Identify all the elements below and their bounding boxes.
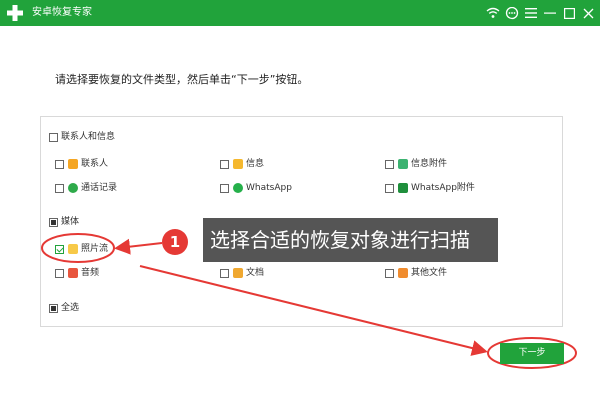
media-section-label: 媒体 — [61, 217, 80, 227]
photo-stream-label: 照片流 — [81, 244, 109, 254]
step-callout-text: 选择合适的恢复对象进行扫描 — [203, 218, 498, 262]
messages-label: 信息 — [246, 159, 265, 169]
whatsapp-icon — [233, 183, 243, 193]
select-all-checkbox[interactable] — [49, 304, 58, 313]
audio-label: 音频 — [81, 268, 100, 278]
contacts-section-checkbox[interactable] — [49, 133, 58, 142]
contacts-checkbox[interactable] — [55, 160, 64, 169]
other-files-label: 其他文件 — [411, 268, 448, 278]
audio-icon — [68, 268, 78, 278]
documents-checkbox[interactable] — [220, 269, 229, 278]
window-title: 安卓恢复专家 — [32, 7, 92, 18]
title-bar: 安卓恢复专家 — [0, 0, 600, 26]
contacts-label: 联系人 — [81, 159, 109, 169]
contacts-icon — [68, 159, 78, 169]
feedback-icon[interactable] — [504, 5, 520, 21]
app-logo-icon — [7, 5, 23, 21]
maximize-icon[interactable] — [561, 5, 577, 21]
contacts-section-label: 联系人和信息 — [61, 132, 116, 142]
call-log-icon — [68, 183, 78, 193]
photo-stream-checkbox[interactable] — [55, 245, 64, 254]
message-attachments-checkbox[interactable] — [385, 160, 394, 169]
message-attachments-icon — [398, 159, 408, 169]
whatsapp-attachments-checkbox[interactable] — [385, 184, 394, 193]
whatsapp-attachments-label: WhatsApp附件 — [411, 183, 475, 193]
documents-icon — [233, 268, 243, 278]
whatsapp-label: WhatsApp — [246, 183, 292, 193]
wifi-icon[interactable] — [485, 5, 501, 21]
photo-stream-icon — [68, 244, 78, 254]
whatsapp-attachments-icon — [398, 183, 408, 193]
call-log-checkbox[interactable] — [55, 184, 64, 193]
messages-icon — [233, 159, 243, 169]
next-button[interactable]: 下一步 — [500, 343, 564, 364]
menu-icon[interactable] — [523, 5, 539, 21]
select-all-label: 全选 — [61, 303, 80, 313]
message-attachments-label: 信息附件 — [411, 159, 448, 169]
other-files-checkbox[interactable] — [385, 269, 394, 278]
whatsapp-checkbox[interactable] — [220, 184, 229, 193]
messages-checkbox[interactable] — [220, 160, 229, 169]
close-icon[interactable] — [580, 5, 596, 21]
call-log-label: 通话记录 — [81, 183, 118, 193]
documents-label: 文档 — [246, 268, 265, 278]
step-number-badge: 1 — [162, 229, 188, 255]
audio-checkbox[interactable] — [55, 269, 64, 278]
minimize-icon[interactable] — [542, 5, 558, 21]
media-section-checkbox[interactable] — [49, 218, 58, 227]
other-files-icon — [398, 268, 408, 278]
instruction-text: 请选择要恢复的文件类型，然后单击“下一步”按钮。 — [55, 73, 309, 86]
